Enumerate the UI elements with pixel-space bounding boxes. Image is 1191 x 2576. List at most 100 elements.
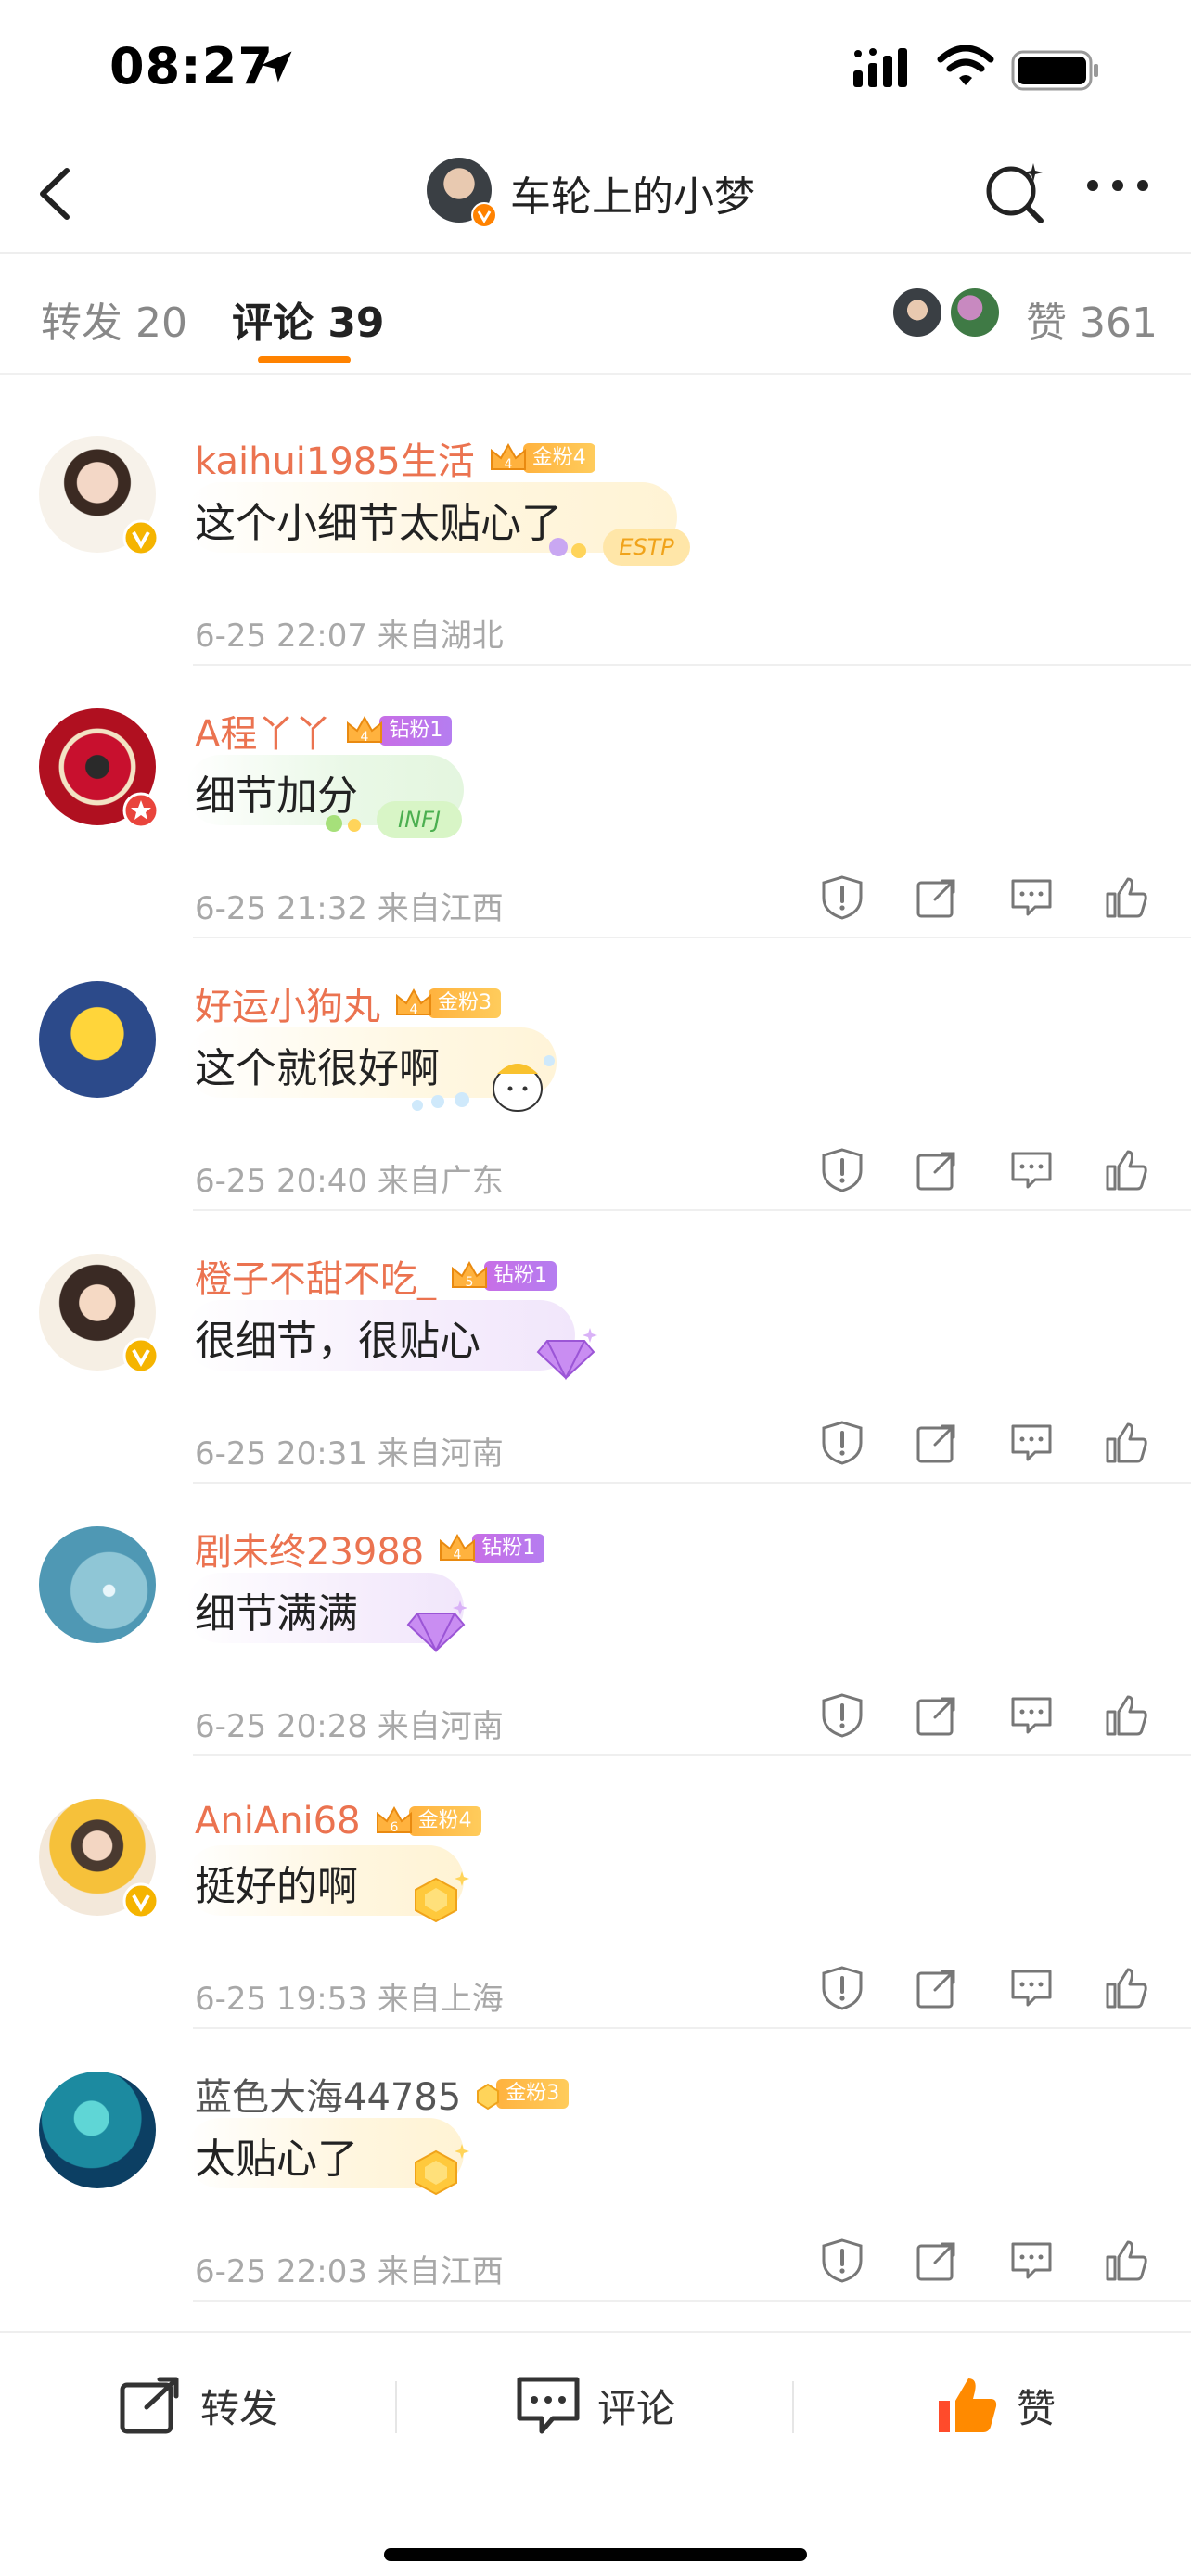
- tab-comment[interactable]: 评论 39: [232, 289, 385, 349]
- report-icon[interactable]: [818, 874, 866, 922]
- report-icon[interactable]: [818, 2237, 866, 2285]
- like-icon[interactable]: [1102, 1419, 1150, 1467]
- share-icon[interactable]: [913, 1419, 961, 1467]
- comment-item[interactable]: A程丫丫 4 钻粉1 细节加分 INFJ 6-25 21:32 来自江西: [0, 666, 1191, 938]
- avatar[interactable]: [39, 1799, 160, 1919]
- tab-repost[interactable]: 转发 20: [41, 289, 187, 349]
- username[interactable]: AniAni68: [195, 1800, 361, 1843]
- crown-icon: 6: [376, 1805, 412, 1835]
- comment-item[interactable]: 好运小狗丸 4 金粉3 这个就很好啊 6-25 20:40 来自广东: [0, 938, 1191, 1211]
- liker-avatars[interactable]: [890, 286, 1002, 341]
- reply-icon[interactable]: [1007, 1146, 1056, 1194]
- username[interactable]: kaihui1985生活: [195, 431, 475, 485]
- nav-title[interactable]: 车轮上的小梦: [510, 163, 755, 223]
- repost-button[interactable]: 转发: [119, 2370, 278, 2441]
- fan-badge[interactable]: 金粉3: [474, 2077, 570, 2111]
- search-icon[interactable]: [981, 159, 1048, 226]
- fan-badge-label: 钻粉1: [379, 716, 453, 746]
- share-icon[interactable]: [913, 1964, 961, 2012]
- svg-text:6: 6: [390, 1820, 398, 1835]
- share-icon[interactable]: [913, 2237, 961, 2285]
- wifi-icon: [937, 45, 994, 85]
- nav-bar: 车轮上的小梦: [0, 139, 1191, 254]
- comment-item[interactable]: 剧未终23988 4 钻粉1 细节满满 6-25 20:28 来自河南: [0, 1484, 1191, 1756]
- gem-icon: [477, 2083, 500, 2111]
- comment-item[interactable]: 橙子不甜不吃_ 5 钻粉1 很细节，很贴心 6-25 20:31 来自河南: [0, 1211, 1191, 1484]
- like-icon[interactable]: [1102, 1964, 1150, 2012]
- share-icon[interactable]: [913, 874, 961, 922]
- comment-meta: 6-25 20:28 来自河南: [195, 1708, 504, 1745]
- status-time: 08:27: [109, 37, 274, 96]
- fan-badge[interactable]: 6 金粉4: [374, 1804, 481, 1838]
- report-icon[interactable]: [818, 1964, 866, 2012]
- fan-badge[interactable]: 4 金粉3: [393, 987, 501, 1020]
- home-indicator[interactable]: [384, 2548, 807, 2561]
- comment-actions: [818, 1964, 1152, 2016]
- like-icon[interactable]: [1102, 1691, 1150, 1740]
- comment-meta: 6-25 19:53 来自上海: [195, 1981, 504, 2018]
- avatar[interactable]: [39, 1526, 156, 1643]
- comment-item[interactable]: kaihui1985生活 4 金粉4 这个小细节太贴心了 ESTP 6-25 2…: [0, 393, 1191, 666]
- share-icon[interactable]: [913, 1146, 961, 1194]
- comment-text: 这个就很好啊: [195, 1045, 440, 1092]
- back-icon[interactable]: [28, 161, 83, 226]
- username[interactable]: 蓝色大海44785: [195, 2067, 461, 2121]
- comment-button[interactable]: 评论: [516, 2370, 675, 2441]
- username[interactable]: 好运小狗丸: [195, 976, 380, 1030]
- fan-badge-label: 金粉3: [496, 2079, 570, 2109]
- like-icon[interactable]: [1102, 1146, 1150, 1194]
- diamond-sticker-icon: [406, 1600, 467, 1653]
- share-icon[interactable]: [913, 1691, 961, 1740]
- diamond-sticker-icon: [536, 1328, 597, 1381]
- cartoon-sticker-icon: [412, 1055, 555, 1112]
- verified-icon: [122, 1337, 160, 1374]
- more-icon[interactable]: [1085, 176, 1150, 195]
- fan-badge[interactable]: 4 钻粉1: [437, 1532, 545, 1565]
- fan-badge-label: 金粉4: [522, 443, 596, 473]
- comment-meta: 6-25 22:03 来自江西: [195, 2253, 504, 2290]
- crown-icon: 4: [347, 715, 383, 745]
- avatar[interactable]: [39, 1254, 160, 1374]
- bottom-action-bar: 转发 评论 赞: [0, 2331, 1191, 2576]
- avatar[interactable]: [39, 436, 160, 556]
- comment-item[interactable]: AniAni68 6 金粉4 挺好的啊 6-25 19:53 来自上海: [0, 1756, 1191, 2029]
- comment-actions: [818, 2237, 1152, 2289]
- reply-icon[interactable]: [1007, 2237, 1056, 2285]
- avatar[interactable]: [39, 708, 160, 829]
- reply-icon[interactable]: [1007, 1419, 1056, 1467]
- username[interactable]: 橙子不甜不吃_: [195, 1249, 436, 1303]
- infj-sticker-icon: INFJ: [326, 801, 462, 838]
- report-icon[interactable]: [818, 1691, 866, 1740]
- report-icon[interactable]: [818, 1419, 866, 1467]
- avatar[interactable]: [39, 2072, 156, 2188]
- username[interactable]: A程丫丫: [195, 704, 331, 758]
- fan-badge-label: 钻粉1: [472, 1534, 545, 1563]
- reply-icon[interactable]: [1007, 1691, 1056, 1740]
- like-icon[interactable]: [1102, 2237, 1150, 2285]
- username[interactable]: 剧未终23988: [195, 1522, 424, 1575]
- verified-icon: [122, 1882, 160, 1919]
- comment-meta: 6-25 21:32 来自江西: [195, 890, 504, 927]
- like-label: 赞: [1017, 2385, 1057, 2431]
- fan-badge[interactable]: 4 钻粉1: [344, 714, 453, 747]
- fan-badge[interactable]: 5 钻粉1: [449, 1259, 557, 1293]
- comment-item[interactable]: 蓝色大海44785 金粉3 太贴心了 6-25 22:03 来自江西: [0, 2029, 1191, 2302]
- reply-icon[interactable]: [1007, 1964, 1056, 2012]
- status-bar: 08:27: [0, 0, 1191, 139]
- like-filled-icon: [939, 2378, 997, 2432]
- comment-text: 挺好的啊: [195, 1863, 358, 1910]
- author-avatar[interactable]: [427, 158, 497, 228]
- avatar[interactable]: [39, 981, 156, 1098]
- battery-icon: [1011, 50, 1098, 91]
- svg-text:ESTP: ESTP: [619, 534, 674, 560]
- fan-badge[interactable]: 4 金粉4: [488, 441, 596, 475]
- like-icon[interactable]: [1102, 874, 1150, 922]
- like-button[interactable]: 赞: [935, 2370, 1056, 2441]
- comment-icon: [517, 2377, 580, 2434]
- comment-text: 这个小细节太贴心了: [195, 500, 562, 547]
- report-icon[interactable]: [818, 1146, 866, 1194]
- reply-icon[interactable]: [1007, 874, 1056, 922]
- divider: [0, 373, 1191, 375]
- tab-like[interactable]: 赞 361: [1026, 289, 1158, 349]
- comment-actions: [818, 1419, 1152, 1471]
